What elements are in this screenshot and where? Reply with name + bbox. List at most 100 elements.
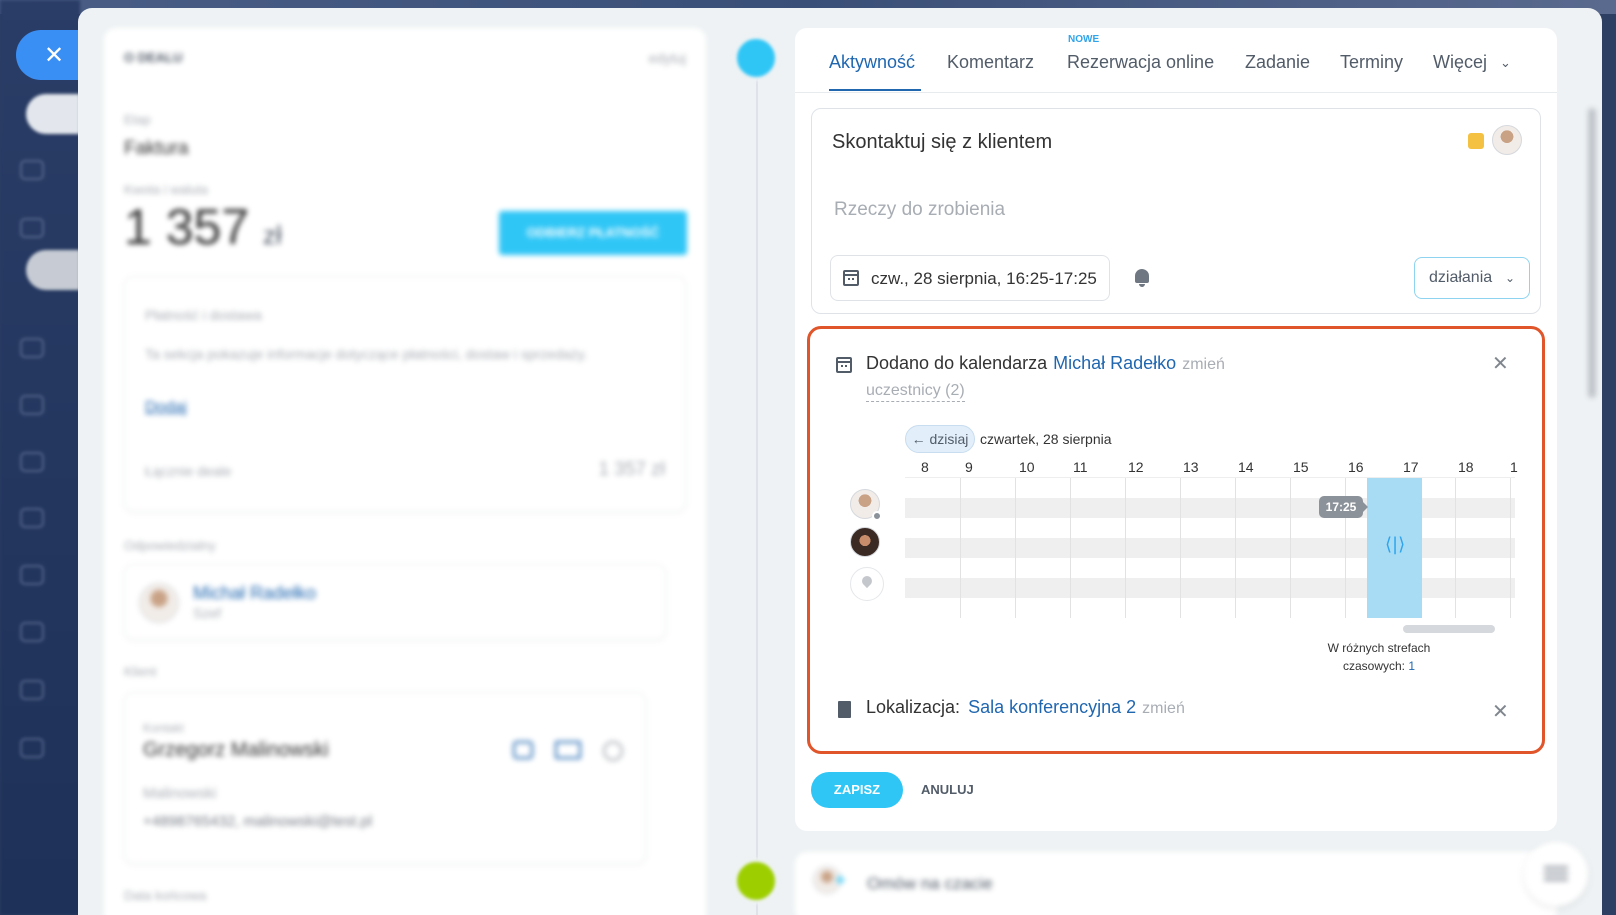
chat-bubble-icon[interactable] xyxy=(603,741,623,761)
participants-link[interactable]: uczestnicy (2) xyxy=(866,381,965,402)
hour-label: 16 xyxy=(1348,459,1364,475)
hour-label: 8 xyxy=(921,459,929,475)
actions-dropdown[interactable]: działania ⌄ xyxy=(1414,257,1530,299)
todo-block: Skontaktuj się z klientem Rzeczy do zrob… xyxy=(811,108,1541,314)
chat-card[interactable]: + Omów na czacie xyxy=(795,852,1557,915)
docs-icon xyxy=(20,680,44,700)
calendar-block: Dodano do kalendarza Michał Radełko zmień … xyxy=(807,326,1545,754)
total-value: 1 357 zł xyxy=(598,459,665,480)
payment-box: Płatność i dostawa Ta sekcja pokazuje in… xyxy=(124,276,686,512)
day-label: czwartek, 28 sierpnia xyxy=(980,431,1112,447)
contact-name[interactable]: Grzegorz Malinowski xyxy=(143,739,329,762)
close-icon: ✕ xyxy=(43,41,65,69)
date-picker[interactable]: czw., 28 sierpnia, 16:25-17:25 xyxy=(830,255,1110,301)
chevron-down-icon[interactable]: ⌄ xyxy=(1500,56,1511,71)
close-slider-button[interactable]: ✕ xyxy=(16,30,78,80)
tab-activity[interactable]: Aktywność xyxy=(829,52,915,73)
timeline-activity-icon xyxy=(733,35,779,81)
change-location-link[interactable]: zmień xyxy=(1142,700,1185,717)
end-date-label: Data końcowa xyxy=(124,888,207,903)
crm-icon xyxy=(20,338,44,358)
client-label: Klient xyxy=(124,664,157,679)
client-box: Kontakt Grzegorz Malinowski Malinowski +… xyxy=(124,692,646,864)
tab-online-booking[interactable]: Rezerwacja online xyxy=(1067,52,1214,73)
collapse-tab[interactable] xyxy=(26,94,80,134)
resize-handle-icon[interactable]: ⟨|⟩ xyxy=(1385,534,1405,555)
bell-icon[interactable] xyxy=(1135,269,1149,287)
calendar-icon xyxy=(843,270,859,286)
responsible-name[interactable]: Michał Radełko xyxy=(193,583,316,604)
avatar xyxy=(139,583,179,623)
timezone-info: W różnych strefach czasowych: 1 xyxy=(1327,641,1431,673)
amount-label: Kwota i waluta xyxy=(124,182,208,197)
chat-icon xyxy=(20,160,44,180)
timezone-count[interactable]: 1 xyxy=(1408,659,1415,673)
calendar-owner-link[interactable]: Michał Radełko xyxy=(1053,353,1176,373)
analytics-icon xyxy=(20,622,44,642)
plus-icon: + xyxy=(835,870,846,890)
hour-label: 1 xyxy=(1510,459,1518,475)
responsible-box[interactable]: Michał Radełko Szef xyxy=(124,564,666,640)
tab-task[interactable]: Zadanie xyxy=(1245,52,1310,73)
tab-deadlines[interactable]: Terminy xyxy=(1340,52,1403,73)
page-scrollbar[interactable] xyxy=(1588,108,1596,398)
close-icon[interactable]: ✕ xyxy=(1492,351,1509,375)
chat-placeholder[interactable]: Omów na czacie xyxy=(867,874,993,894)
current-time-badge: 17:25 xyxy=(1319,496,1368,518)
total-label: Łącznie deale xyxy=(145,463,232,479)
phone-icon[interactable] xyxy=(513,741,533,759)
inventory-icon xyxy=(20,508,44,528)
payment-add-link[interactable]: Dodaj xyxy=(145,399,187,417)
hour-label: 15 xyxy=(1293,459,1309,475)
stage-label: Etap xyxy=(124,112,151,127)
location-row: Lokalizacja: Sala konferencyjna 2 zmień xyxy=(866,697,1185,717)
edit-link[interactable]: edytuj xyxy=(649,50,686,66)
color-picker[interactable] xyxy=(1468,133,1484,149)
todo-title[interactable]: Skontaktuj się z klientem xyxy=(832,131,1052,154)
globe-tab[interactable] xyxy=(26,250,80,290)
activity-editor-card: NOWE Aktywność Komentarz Rezerwacja onli… xyxy=(795,28,1557,831)
cart-icon xyxy=(20,452,44,472)
menu-button[interactable] xyxy=(1524,842,1588,906)
tasks-icon xyxy=(20,218,44,238)
responsible-label: Odpowiedzialny xyxy=(124,538,216,553)
left-navigation xyxy=(0,0,80,915)
responsible-role: Szef xyxy=(193,605,222,621)
hour-label: 17 xyxy=(1403,459,1419,475)
cancel-button[interactable]: ANULUJ xyxy=(921,782,974,797)
schedule-grid[interactable]: ⟨|⟩ 17:25 xyxy=(905,477,1515,618)
payment-title: Płatność i dostawa xyxy=(145,307,262,323)
tab-more[interactable]: Więcej xyxy=(1433,52,1487,73)
chevron-down-icon: ⌄ xyxy=(1504,271,1515,285)
todo-description-input[interactable]: Rzeczy do zrobienia xyxy=(834,199,1005,221)
date-value: czw., 28 sierpnia, 16:25-17:25 xyxy=(871,269,1097,288)
menu-icon xyxy=(1544,866,1568,869)
new-badge: NOWE xyxy=(1068,34,1100,45)
today-button[interactable]: ← dzisiaj xyxy=(905,425,975,453)
location-pin-icon xyxy=(850,567,884,601)
avatar[interactable] xyxy=(1492,125,1522,155)
mail-icon[interactable] xyxy=(555,741,581,759)
receive-payment-button[interactable]: ODBIERZ PŁATNOŚĆ xyxy=(499,211,687,255)
timeline-chat-icon xyxy=(733,858,779,904)
settings-icon xyxy=(20,738,44,758)
hour-label: 18 xyxy=(1458,459,1474,475)
sign-icon xyxy=(20,395,44,415)
location-value-link[interactable]: Sala konferencyjna 2 xyxy=(968,697,1136,717)
amount-value: 1 357 zł xyxy=(124,199,282,255)
hour-label: 13 xyxy=(1183,459,1199,475)
tab-comment[interactable]: Komentarz xyxy=(947,52,1034,73)
hour-label: 10 xyxy=(1019,459,1035,475)
hour-label: 11 xyxy=(1073,459,1088,475)
contact-details: +4898765432, malinowski@test.pl xyxy=(143,813,373,830)
selected-time-slot[interactable]: ⟨|⟩ xyxy=(1367,478,1422,618)
close-icon[interactable]: ✕ xyxy=(1492,699,1509,723)
contact-company: Malinowski xyxy=(143,785,217,802)
timeline-scrollbar[interactable] xyxy=(1403,625,1495,633)
hour-label: 14 xyxy=(1238,459,1254,475)
save-button[interactable]: ZAPISZ xyxy=(811,772,903,808)
stage-value[interactable]: Faktura xyxy=(124,138,188,160)
change-owner-link[interactable]: zmień xyxy=(1182,356,1225,373)
contact-label: Kontakt xyxy=(143,721,184,735)
door-icon xyxy=(838,701,851,718)
